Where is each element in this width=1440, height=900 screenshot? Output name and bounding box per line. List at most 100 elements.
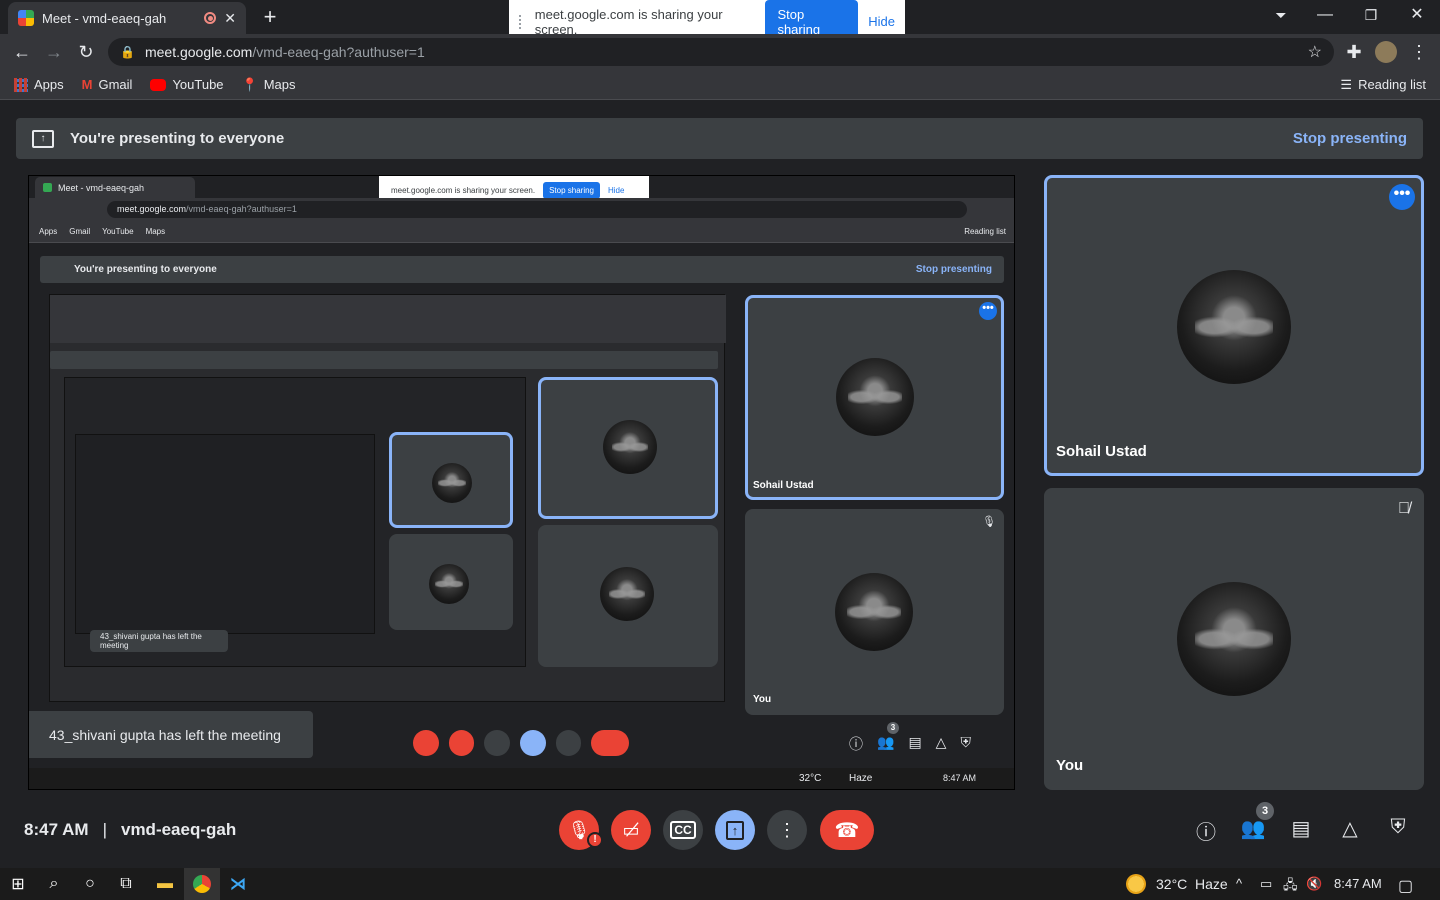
network-icon[interactable]: 🖧 (1283, 876, 1298, 898)
meet-favicon-icon (18, 10, 34, 26)
reload-icon[interactable]: ↻ (75, 41, 97, 63)
nested-cam-button (448, 730, 475, 756)
meeting-code: vmd-eaeq-gah (120, 820, 237, 839)
nested-screen-recursion: 43_shivani gupta has left the meeting (49, 294, 726, 702)
presenting-text: You're presenting to everyone (70, 130, 285, 147)
present-now-button[interactable]: ↑ (715, 810, 755, 850)
bookmark-label: YouTube (172, 77, 224, 92)
tray-chevron-icon[interactable]: ^ (1236, 876, 1242, 891)
nested-url-host: meet.google.com (117, 204, 187, 214)
participant-avatar (1177, 582, 1291, 696)
drag-handle-icon[interactable] (519, 14, 525, 29)
vscode-icon: ⋊ (230, 876, 246, 893)
deeper-screen (64, 377, 526, 667)
nested-tile-you-2 (538, 525, 718, 667)
chat-icon[interactable]: ▤ (1288, 816, 1314, 844)
volume-muted-icon[interactable]: 🔇 (1306, 876, 1322, 892)
nested-bookmark: Apps (39, 227, 58, 236)
deeper-avatar (432, 463, 472, 503)
participant-tile-sohail[interactable]: ••• Sohail Ustad (1044, 175, 1424, 476)
restore-button[interactable]: ❐ (1348, 0, 1394, 32)
bookmark-star-icon[interactable]: ☆ (1308, 42, 1322, 62)
nested-reading-list: Reading list (964, 227, 1006, 236)
nested-tab-strip: Meet - vmd-eaeq-gah meet.google.com is s… (29, 176, 1014, 204)
maps-pin-icon: 📍 (241, 76, 258, 92)
captions-button[interactable]: CC (663, 810, 703, 850)
nested-weather-temp: 32°C (799, 773, 822, 784)
forward-icon[interactable]: → (43, 41, 65, 63)
tab-meet[interactable]: Meet - vmd-eaeq-gah ✕ (8, 2, 246, 34)
bookmark-apps[interactable]: Apps (14, 77, 64, 92)
nested-avatar (600, 567, 654, 621)
weather-icon[interactable] (1126, 874, 1146, 894)
nested-activities-icon: △ (935, 734, 947, 750)
url-path: /vmd-eaeq-gah?authuser=1 (252, 44, 425, 60)
profile-dropdown-icon[interactable]: ⏷ (1258, 0, 1304, 32)
notifications-icon[interactable]: ▢ (1398, 876, 1413, 896)
activities-icon[interactable]: △ (1337, 816, 1363, 844)
leave-call-button[interactable]: ☎ (820, 810, 874, 850)
captions-icon: CC (670, 821, 696, 839)
share-message: meet.google.com is sharing your screen. (534, 6, 723, 37)
close-tab-icon[interactable]: ✕ (224, 10, 236, 27)
nested-people-icon: 👥 (877, 734, 895, 750)
search-icon: ⌕ (49, 875, 59, 892)
lock-icon[interactable]: 🔒 (120, 45, 135, 59)
nested-avatar (835, 573, 913, 651)
stop-presenting-button[interactable]: Stop presenting (1293, 130, 1407, 147)
taskbar-clock[interactable]: 8:47 AM (1334, 876, 1382, 891)
nested-favicon-icon (43, 183, 52, 192)
camera-button[interactable]: ▭̸ (611, 810, 651, 850)
chrome-taskbar-button[interactable] (184, 868, 220, 900)
nested-chat-icon: ▤ (908, 734, 922, 750)
nested-present-button (520, 730, 546, 756)
deeper-tile-1 (389, 432, 513, 528)
nested-right-icons: ⓘ 👥 ▤ △ ⛨ (849, 734, 999, 754)
nested-bookmarks-bar: Apps Gmail YouTube Maps Reading list (29, 221, 1014, 243)
bookmark-youtube[interactable]: YouTube (150, 77, 224, 92)
nested-tab-title: Meet - vmd-eaeq-gah (58, 182, 145, 193)
nested-chrome-frame (50, 295, 726, 343)
file-explorer-button[interactable]: ▬ (147, 868, 183, 900)
meeting-details: 8:47 AM | vmd-eaeq-gah (24, 820, 236, 840)
nested-bookmark: Maps (145, 227, 166, 236)
nested-bookmark: Gmail (69, 227, 91, 236)
camera-off-icon: ▭̸ (622, 819, 640, 840)
gmail-icon: M (81, 77, 93, 92)
reading-list-button[interactable]: ☰ Reading list (1340, 77, 1426, 93)
minimize-button[interactable]: — (1302, 0, 1348, 32)
start-button[interactable]: ⊞ (0, 868, 36, 900)
mic-warning-icon: ! (587, 832, 603, 848)
people-icon[interactable]: 👥 (1240, 816, 1266, 844)
vscode-taskbar-button[interactable]: ⋊ (220, 868, 256, 900)
participant-tile-you[interactable]: 🎙̸ You (1044, 488, 1424, 790)
more-options-button[interactable]: ⋮ (767, 810, 807, 850)
new-tab-button[interactable]: + (258, 4, 282, 30)
extensions-icon[interactable]: ✚ (1343, 41, 1365, 63)
more-vert-icon: ⋮ (778, 819, 796, 840)
task-view-button[interactable]: ⧉ (108, 868, 144, 900)
search-button[interactable]: ⌕ (36, 868, 72, 900)
address-bar[interactable]: 🔒 meet.google.com/vmd-eaeq-gah?authuser=… (108, 38, 1334, 66)
nested-url-path: /vmd-eaeq-gah?authuser=1 (186, 204, 297, 214)
hide-button[interactable]: Hide (868, 14, 895, 29)
battery-icon[interactable]: ▭ (1260, 876, 1272, 892)
cortana-button[interactable]: ○ (72, 868, 108, 900)
folder-icon: ▬ (157, 875, 173, 892)
meeting-info-icon[interactable]: ⓘ (1193, 816, 1219, 844)
bookmark-maps[interactable]: 📍 Maps (242, 77, 296, 93)
host-controls-icon[interactable]: ⛨ (1385, 816, 1411, 844)
more-options-icon[interactable]: ••• (1389, 184, 1415, 210)
back-icon[interactable]: ← (11, 41, 33, 63)
chrome-menu-icon[interactable]: ⋮ (1408, 41, 1430, 63)
reading-list-label: Reading list (1358, 77, 1426, 92)
nested-end-call-button (591, 730, 629, 756)
windows-logo-icon: ⊞ (11, 876, 25, 893)
nested-hide: Hide (608, 185, 625, 195)
bookmark-label: Gmail (98, 77, 133, 92)
profile-avatar[interactable] (1375, 41, 1397, 63)
bookmark-gmail[interactable]: M Gmail (82, 77, 133, 92)
nested-cc-button (484, 730, 511, 756)
close-window-button[interactable]: ✕ (1394, 0, 1440, 32)
present-screen-icon: ↑ (725, 820, 745, 840)
